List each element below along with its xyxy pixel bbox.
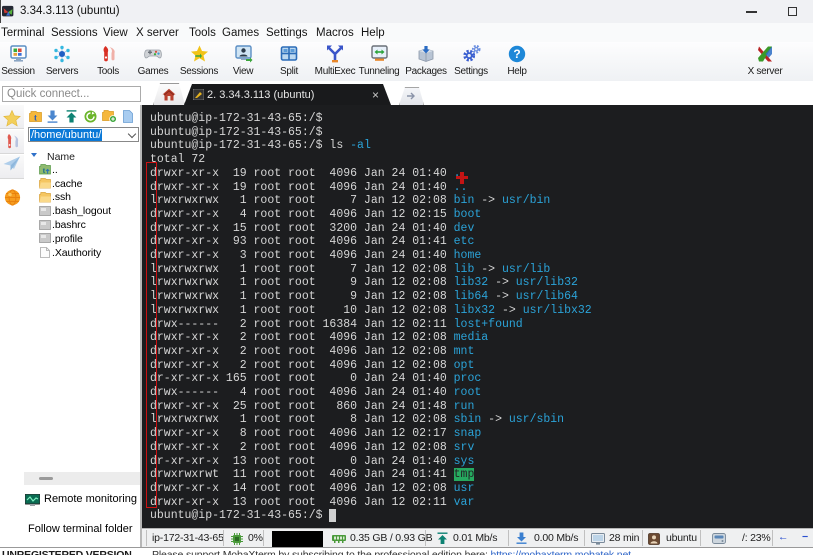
svg-text:?: ?: [513, 47, 520, 61]
svg-text:t: t: [43, 166, 46, 175]
svg-text:t: t: [34, 113, 37, 123]
